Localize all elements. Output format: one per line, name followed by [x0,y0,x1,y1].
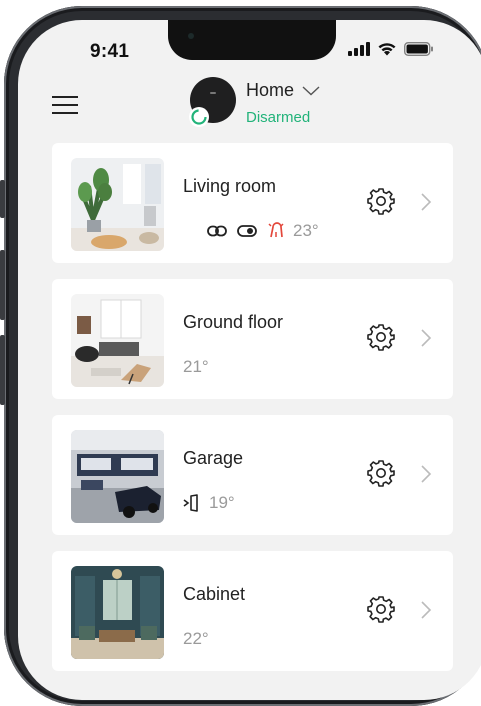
chevron-right-icon [421,465,432,483]
room-temperature: 22° [183,629,209,648]
hub-name: Home [246,80,295,100]
room-card-living-room[interactable]: Living room 23° [52,143,453,263]
chevron-down-icon [302,85,320,95]
room-temperature: 19° [209,493,235,512]
signal-icon [348,42,370,56]
room-status-row: 19° [183,493,235,513]
status-time: 9:41 [90,41,130,62]
gear-icon[interactable] [367,595,395,623]
front-camera [188,33,194,39]
gear-icon[interactable] [367,187,395,215]
room-photo-ground-floor [71,294,164,387]
room-card-garage[interactable]: Garage 19° [52,415,453,535]
chevron-right-icon [421,601,432,619]
chevron-right-icon [421,329,432,347]
app-header: Home Disarmed [18,68,481,128]
phone-side-button [0,250,5,320]
gear-icon[interactable] [367,459,395,487]
gear-icon[interactable] [367,323,395,351]
room-name: Living room [183,176,277,196]
phone-side-button [0,335,5,405]
room-name: Ground floor [183,312,284,332]
hamburger-menu-icon[interactable] [52,96,78,114]
room-photo-garage [71,430,164,523]
room-status-row: 23° [207,221,319,241]
toggle-icon [237,225,257,237]
room-card-cabinet[interactable]: Cabinet 22° [52,551,453,671]
hub-arm-status: Disarmed [246,109,311,126]
room-status-row: 22° [183,629,209,649]
room-photo-cabinet [71,566,164,659]
phone-side-button [0,180,5,218]
room-card-ground-floor[interactable]: Ground floor 21° [52,279,453,399]
chevron-right-icon [421,193,432,211]
app-screen: 9:41 Home Disarmed Living room 23° Groun… [18,20,481,700]
room-name: Garage [183,448,244,468]
room-photo-living-room [71,158,164,251]
room-temperature: 21° [183,357,209,376]
wifi-icon [378,43,396,56]
hub-selector[interactable]: Home [246,80,320,101]
door-open-icon [183,494,198,512]
battery-icon [404,42,433,56]
room-name: Cabinet [183,584,246,604]
room-temperature: 23° [293,221,319,240]
notch [168,20,336,60]
siren-icon [268,222,284,238]
status-icons [348,42,434,56]
hub-connection-icon [189,107,209,127]
room-status-row: 21° [183,357,209,377]
link-icon [207,225,227,237]
